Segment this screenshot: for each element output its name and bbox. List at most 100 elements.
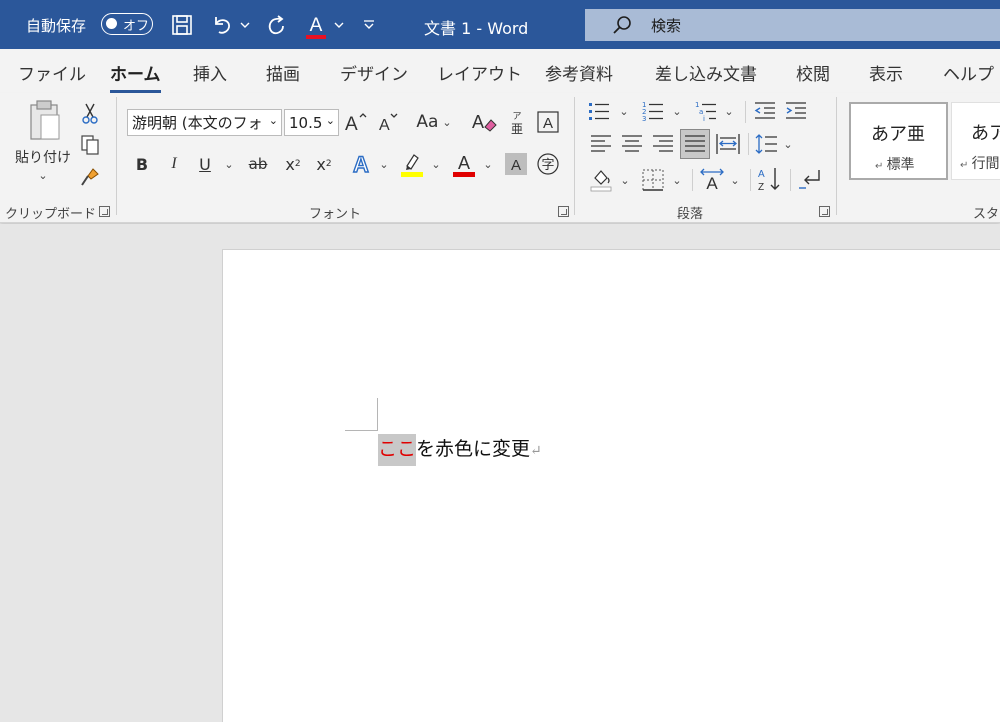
customize-toolbar-icon[interactable]	[360, 14, 378, 36]
sort-icon[interactable]: AZ	[756, 165, 784, 193]
highlight-icon[interactable]	[398, 149, 426, 179]
svg-text:A: A	[706, 174, 718, 192]
svg-text:A: A	[345, 114, 358, 133]
title-bar: 自動保存 オフ A 文書 1 - Word 検索	[0, 0, 1000, 49]
superscript-button[interactable]: x2	[311, 151, 337, 177]
chevron-down-icon: ⌄	[724, 104, 734, 118]
autosave-toggle[interactable]: オフ	[101, 13, 153, 35]
grow-font-icon[interactable]: A	[343, 109, 369, 135]
quick-font-color-icon[interactable]: A	[304, 10, 328, 40]
change-case-button[interactable]: Aa ⌄	[412, 109, 456, 135]
paste-button[interactable]: 貼り付け ⌄	[14, 99, 72, 185]
chevron-down-icon: ⌄	[431, 157, 441, 171]
tab-design[interactable]: デザイン	[340, 60, 408, 85]
copy-icon[interactable]	[77, 132, 103, 158]
undo-icon[interactable]	[209, 12, 235, 38]
borders-icon[interactable]	[640, 167, 666, 193]
margin-corner-mark	[377, 398, 378, 431]
selected-text[interactable]: ここ	[378, 434, 417, 466]
style-name: ↵ 標準	[875, 157, 915, 173]
tab-help[interactable]: ヘルプ	[943, 60, 994, 85]
align-center-icon[interactable]	[619, 131, 645, 157]
text-effects-dropdown-icon[interactable]: ⌄	[376, 151, 392, 177]
paragraph-group-label: 段落	[677, 207, 704, 222]
shrink-font-icon[interactable]: A	[375, 109, 401, 135]
multilevel-dropdown-icon[interactable]: ⌄	[721, 99, 737, 123]
text-effects-icon[interactable]: A	[347, 149, 375, 179]
font-launcher-icon[interactable]	[558, 206, 569, 217]
clipboard-icon	[23, 99, 63, 147]
line-spacing-icon[interactable]	[754, 131, 780, 157]
paragraph-launcher-icon[interactable]	[819, 206, 830, 217]
shading-dropdown-icon[interactable]: ⌄	[617, 167, 633, 193]
increase-indent-icon[interactable]	[783, 99, 809, 123]
enclosed-character-icon[interactable]: 字	[535, 151, 561, 177]
shading-icon[interactable]	[588, 165, 614, 193]
multilevel-list-icon[interactable]: 1ai	[693, 99, 719, 123]
tab-insert[interactable]: 挿入	[193, 60, 227, 85]
tab-mailings[interactable]: 差し込み文書	[655, 60, 757, 85]
font-color-dropdown-icon[interactable]: ⌄	[480, 151, 496, 177]
style-normal[interactable]: あア亜 ↵ 標準	[849, 102, 948, 180]
show-formatting-marks-icon[interactable]	[796, 165, 824, 193]
italic-button[interactable]: I	[162, 151, 186, 177]
save-icon[interactable]	[169, 12, 195, 38]
borders-dropdown-icon[interactable]: ⌄	[669, 167, 685, 193]
tab-layout[interactable]: レイアウト	[437, 60, 522, 85]
chevron-down-icon: ⌄	[325, 114, 335, 127]
document-paragraph[interactable]: ここを赤色に変更↵	[378, 434, 542, 466]
paragraph-text[interactable]: を赤色に変更	[416, 438, 530, 460]
align-right-icon[interactable]	[650, 131, 676, 157]
clipboard-launcher-icon[interactable]	[99, 206, 110, 217]
character-shading-icon[interactable]: A	[504, 152, 528, 176]
tab-home[interactable]: ホーム	[110, 60, 161, 93]
font-color-dropdown-icon[interactable]	[332, 14, 346, 36]
svg-text:3: 3	[642, 115, 646, 122]
tab-draw[interactable]: 描画	[266, 60, 300, 85]
redo-icon[interactable]	[263, 12, 289, 38]
font-color-icon[interactable]: A	[450, 149, 478, 179]
align-left-icon[interactable]	[588, 131, 614, 157]
numbering-icon[interactable]: 123	[640, 99, 666, 123]
font-size-combo[interactable]: 10.5 ⌄	[284, 109, 339, 136]
font-name-value: 游明朝 (本文のフォ	[132, 114, 263, 132]
line-spacing-dropdown-icon[interactable]: ⌄	[780, 131, 796, 157]
numbering-dropdown-icon[interactable]: ⌄	[669, 99, 685, 123]
svg-text:Z: Z	[758, 182, 764, 192]
distributed-icon[interactable]	[714, 131, 742, 157]
strikethrough-button[interactable]: ab	[245, 151, 271, 177]
justify-icon[interactable]	[680, 129, 710, 159]
text-direction-dropdown-icon[interactable]: ⌄	[727, 167, 743, 193]
tab-references[interactable]: 参考資料	[545, 60, 613, 85]
underline-dropdown-icon[interactable]: ⌄	[221, 151, 237, 177]
svg-text:A: A	[511, 157, 521, 174]
subscript-button[interactable]: x2	[280, 151, 306, 177]
enclose-characters-icon[interactable]: A	[535, 109, 561, 135]
tab-file[interactable]: ファイル	[18, 60, 86, 85]
font-group-label: フォント	[309, 207, 362, 222]
clear-formatting-icon[interactable]: A	[470, 108, 498, 136]
undo-dropdown-icon[interactable]	[238, 14, 252, 36]
decrease-indent-icon[interactable]	[752, 99, 778, 123]
group-separator	[574, 97, 575, 215]
autosave-label: 自動保存	[26, 17, 87, 35]
search-box[interactable]: 検索	[585, 9, 1000, 41]
style-no-spacing[interactable]: あア ↵ 行間	[951, 102, 1000, 180]
chevron-down-icon: ⌄	[730, 173, 740, 187]
format-painter-icon[interactable]	[77, 164, 103, 190]
bold-button[interactable]: B	[130, 151, 154, 177]
font-name-combo[interactable]: 游明朝 (本文のフォ ⌄	[127, 109, 282, 136]
text-direction-icon[interactable]: A	[698, 165, 726, 193]
superscript-two: 2	[325, 159, 332, 169]
tab-view[interactable]: 表示	[869, 60, 903, 85]
cut-icon[interactable]	[77, 101, 103, 125]
bullets-icon[interactable]	[586, 99, 612, 123]
phonetic-guide-icon[interactable]: ア亜	[505, 107, 529, 137]
document-page[interactable]: ここを赤色に変更↵	[222, 249, 1000, 722]
styles-group-label: スタ	[973, 207, 1000, 222]
bullets-dropdown-icon[interactable]: ⌄	[616, 99, 632, 123]
underline-button[interactable]: U	[193, 151, 217, 177]
search-icon	[611, 14, 633, 40]
tab-review[interactable]: 校閲	[796, 60, 830, 85]
highlight-dropdown-icon[interactable]: ⌄	[428, 151, 444, 177]
